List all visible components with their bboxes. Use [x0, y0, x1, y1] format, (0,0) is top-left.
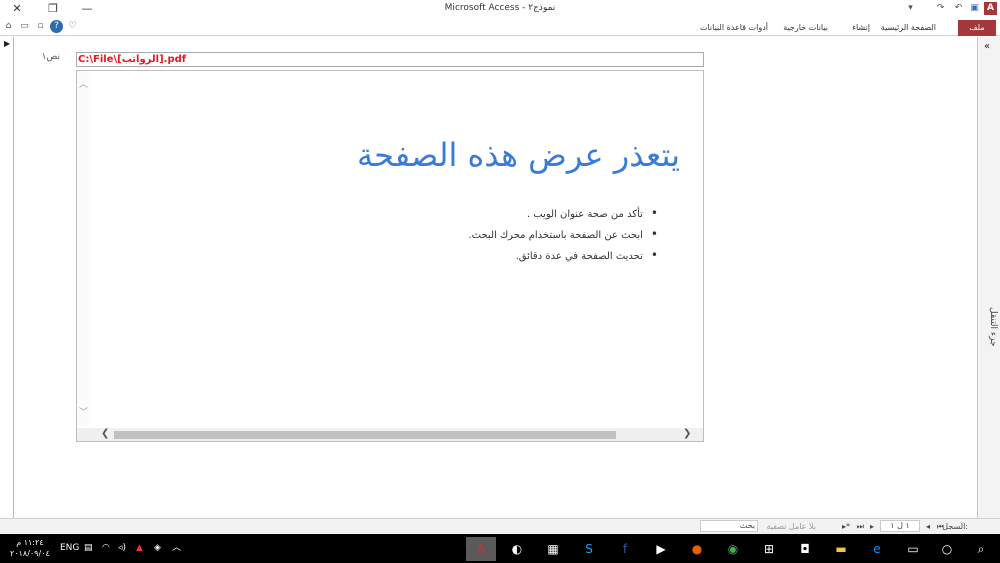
scroll-right-icon[interactable]: ❯ [683, 428, 691, 439]
minimize-ribbon-icon[interactable]: ▭ [18, 20, 31, 33]
save-icon[interactable]: ▣ [968, 2, 981, 15]
navigation-pane[interactable]: « جزء التنقل [977, 37, 1000, 518]
error-title: يتعذر عرض هذه الصفحة [356, 136, 680, 174]
access-logo-icon: A [984, 2, 997, 15]
undo-icon[interactable]: ↶ [952, 2, 965, 15]
notifications-icon[interactable]: ▤ [84, 541, 93, 555]
clock-time: ١١:٢٤ م [16, 538, 44, 547]
field-label: نص١ [41, 52, 60, 62]
show-hidden-icons[interactable]: ︿ [172, 541, 181, 555]
chrome-icon[interactable]: ◉ [718, 537, 748, 561]
record-label: السجل: [942, 522, 968, 531]
expand-nav-icon[interactable]: « [984, 41, 990, 52]
dropbox-icon[interactable]: ◈ [154, 541, 161, 555]
tab-home[interactable]: الصفحة الرئيسية [875, 20, 942, 36]
scroll-thumb[interactable] [114, 431, 616, 439]
ribbon-expand-icon[interactable]: ♡ [66, 20, 79, 33]
window-title: Microsoft Access - نموذج٢ [444, 3, 556, 13]
tab-database-tools[interactable]: أدوات قاعدة البيانات [694, 20, 774, 36]
acrobat-tray-icon[interactable]: ▲ [136, 541, 143, 555]
search-input[interactable]: بحث [700, 520, 758, 532]
list-item: تحديث الصفحة في عدة دقائق. [516, 248, 658, 262]
calculator-icon[interactable]: ▦ [538, 537, 568, 561]
title-bar: Microsoft Access - نموذج٢ ✕ ❐ — A ▣ ↶ ↷ … [0, 0, 1000, 18]
app-icon[interactable]: ◐ [502, 537, 532, 561]
close-icon[interactable]: ✕ [6, 2, 28, 16]
list-item: تأكد من صحة عنوان الويب . [527, 206, 658, 220]
cortana-icon[interactable]: ○ [932, 537, 962, 561]
language-indicator[interactable]: ENG [60, 541, 79, 555]
ribbon: ملف الصفحة الرئيسية إنشاء بيانات خارجية … [0, 18, 1000, 36]
tab-create[interactable]: إنشاء [846, 20, 876, 36]
store-icon[interactable]: ⊞ [754, 537, 784, 561]
restore-small-icon[interactable]: ▫ [34, 20, 47, 33]
firefox-icon[interactable]: ● [682, 537, 712, 561]
record-position[interactable]: ١ ل ١ [880, 520, 920, 532]
media-player-icon[interactable]: ▶ [646, 537, 676, 561]
record-selector[interactable]: ▶ [0, 37, 14, 518]
clock[interactable]: ١١:٢٤ م ٢٠١٨/٠٩/٠٤ [10, 537, 50, 559]
edge-icon[interactable]: e [862, 537, 892, 561]
camera-icon[interactable]: ◘ [790, 537, 820, 561]
vertical-scrollbar[interactable]: ︿ ﹀ [77, 71, 89, 426]
tab-external-data[interactable]: بيانات خارجية [777, 20, 834, 36]
customize-qat-icon[interactable]: ▾ [904, 2, 917, 15]
facebook-icon[interactable]: f [610, 537, 640, 561]
skype-icon[interactable]: S [574, 537, 604, 561]
access-taskbar-icon[interactable]: A [466, 537, 496, 561]
filter-status[interactable]: بلا عامل تصفية [766, 522, 816, 531]
minimize-icon[interactable]: — [76, 2, 98, 16]
record-pointer-icon: ▶ [4, 39, 11, 48]
path-textbox[interactable]: C:\File\[الرواتب].pdf [76, 52, 704, 67]
account-icon[interactable]: ⌂ [2, 20, 15, 33]
network-icon[interactable]: ◠ [102, 541, 110, 555]
last-record-icon[interactable]: ⏭ [857, 522, 864, 532]
scroll-left-icon[interactable]: ❮ [101, 428, 109, 439]
file-explorer-icon[interactable]: ▬ [826, 537, 856, 561]
scroll-up-icon[interactable]: ︿ [79, 77, 88, 90]
nav-pane-label: جزء التنقل [988, 307, 998, 347]
next-record-icon[interactable]: ▸ [870, 522, 874, 531]
first-record-icon[interactable]: ⏮ [937, 522, 944, 532]
help-icon[interactable]: ? [50, 20, 63, 33]
scroll-down-icon[interactable]: ﹀ [79, 405, 88, 418]
clock-date: ٢٠١٨/٠٩/٠٤ [10, 549, 50, 558]
tab-file[interactable]: ملف [958, 20, 996, 36]
new-record-icon[interactable]: ▸* [842, 522, 850, 531]
task-view-icon[interactable]: ▭ [898, 537, 928, 561]
prev-record-icon[interactable]: ◂ [926, 522, 930, 531]
restore-icon[interactable]: ❐ [42, 2, 64, 16]
search-icon[interactable]: ⌕ [966, 537, 996, 561]
redo-icon[interactable]: ↷ [934, 2, 947, 15]
list-item: ابحث عن الصفحة باستخدام محرك البحث. [468, 227, 658, 241]
record-navigation-bar: السجل: ⏮ ◂ ١ ل ١ ▸ ⏭ ▸* بلا عامل تصفية ب… [0, 518, 1000, 534]
volume-icon[interactable]: ◃) [118, 541, 126, 555]
